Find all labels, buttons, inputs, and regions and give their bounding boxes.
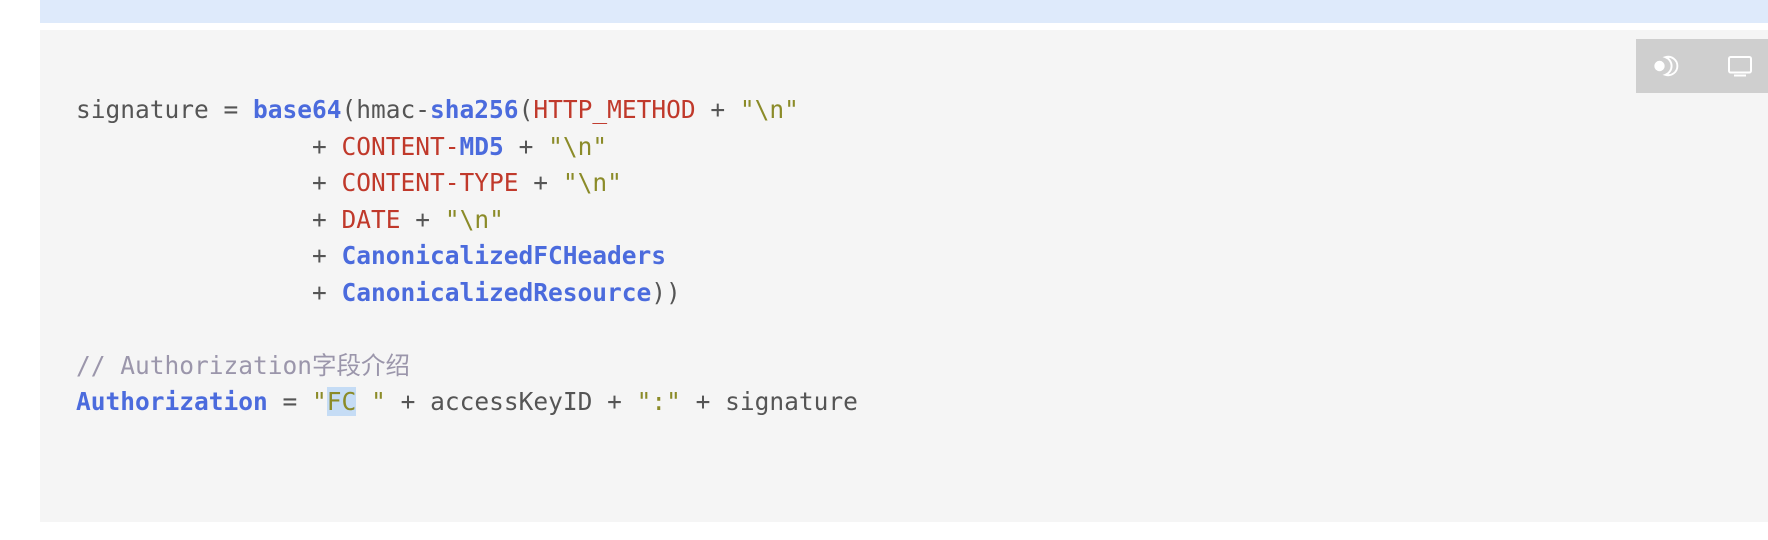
code-token-newline-4: "\n" xyxy=(444,204,504,234)
code-token-plus-2b: + xyxy=(503,131,549,161)
code-comment-authorization: // Authorization字段介绍 xyxy=(76,350,411,380)
code-token-equals: = xyxy=(267,387,313,416)
code-token-http-method: HTTP_METHOD xyxy=(533,95,696,124)
code-indent-2 xyxy=(76,132,312,161)
code-token-paren-close: )) xyxy=(651,277,681,307)
code-block-toolbar[interactable] xyxy=(1636,39,1768,93)
code-token-plus-3: + xyxy=(312,168,342,197)
theme-toggle-icon[interactable] xyxy=(1650,51,1680,81)
code-token-access-key-id: + accessKeyID + xyxy=(385,387,637,416)
code-token-plus-1: + xyxy=(695,95,740,124)
code-token-authorization: Authorization xyxy=(76,387,268,416)
code-indent-5 xyxy=(76,241,312,270)
code-token-quote-open: " xyxy=(312,387,327,416)
code-indent-3 xyxy=(76,168,312,197)
code-token-content-prefix: CONTENT- xyxy=(341,131,460,161)
code-token-content-type: CONTENT-TYPE xyxy=(341,168,519,197)
code-token-colon-string: ":" xyxy=(636,387,681,416)
code-content[interactable]: signature = base64(hmac-sha256(HTTP_METH… xyxy=(40,30,1768,421)
code-token-signature-tail: + signature xyxy=(680,387,858,416)
code-indent-4 xyxy=(76,205,312,234)
code-token-plus-3b: + xyxy=(518,168,563,197)
code-token-newline-2: "\n" xyxy=(548,131,608,161)
code-token-hmac-open: (hmac- xyxy=(341,95,431,124)
code-block: signature = base64(hmac-sha256(HTTP_METH… xyxy=(40,30,1768,522)
code-token-newline-3: "\n" xyxy=(562,168,622,197)
code-token-plus-6: + xyxy=(312,277,342,307)
code-indent-6 xyxy=(76,278,312,307)
code-token-canonicalized-fc-headers: CanonicalizedFCHeaders xyxy=(341,241,667,270)
page-root: signature = base64(hmac-sha256(HTTP_METH… xyxy=(0,0,1768,540)
code-token-newline-1: "\n" xyxy=(739,95,799,124)
code-token-sha256: sha256 xyxy=(430,95,519,124)
top-highlight-strip xyxy=(40,0,1768,23)
code-token-plus-5: + xyxy=(312,241,342,270)
code-token-plus-2: + xyxy=(312,131,342,161)
code-token-canonicalized-resource: CanonicalizedResource xyxy=(341,277,652,307)
display-mode-icon[interactable] xyxy=(1724,51,1754,81)
code-token-md5: MD5 xyxy=(459,131,504,161)
code-token-plus-4: + xyxy=(312,204,342,234)
code-token-signature-assign: signature = xyxy=(76,95,254,124)
code-token-plus-4b: + xyxy=(400,204,445,234)
code-token-quote-close: " xyxy=(356,387,386,416)
code-token-date: DATE xyxy=(341,204,401,234)
code-token-base64: base64 xyxy=(253,95,342,124)
code-token-paren-open: ( xyxy=(518,95,534,124)
code-token-fc-selected[interactable]: FC xyxy=(326,387,357,416)
